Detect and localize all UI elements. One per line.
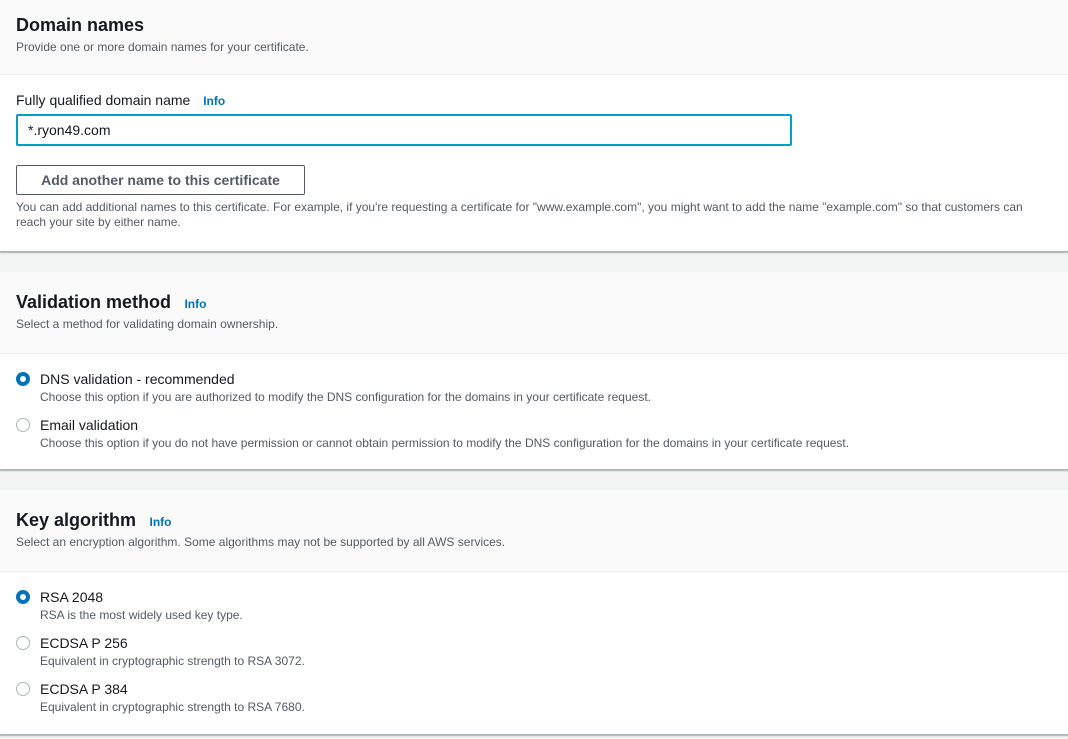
dns-validation-radio[interactable] [16,372,30,386]
domain-names-panel: Domain names Provide one or more domain … [0,0,1068,252]
ecdsa-p384-label: ECDSA P 384 [40,681,128,697]
key-algorithm-panel: Key algorithm Info Select an encryption … [0,490,1068,735]
validation-method-info-link[interactable]: Info [184,297,206,311]
validation-method-panel: Validation method Info Select a method f… [0,272,1068,470]
domain-names-header: Domain names Provide one or more domain … [0,0,1068,75]
rsa-2048-option[interactable]: RSA 2048 RSA is the most widely used key… [16,587,1052,623]
rsa-2048-label: RSA 2048 [40,589,104,605]
domain-names-body: Fully qualified domain name Info Add ano… [0,75,1068,230]
fqdn-label-row: Fully qualified domain name Info [16,92,1052,114]
ecdsa-p384-description: Equivalent in cryptographic strength to … [40,700,305,714]
ecdsa-p256-radio[interactable] [16,636,30,650]
fqdn-label: Fully qualified domain name [16,92,191,108]
ecdsa-p256-description: Equivalent in cryptographic strength to … [40,654,305,668]
fqdn-input[interactable] [16,114,792,146]
key-algorithm-header: Key algorithm Info Select an encryption … [0,490,1068,572]
add-another-name-button[interactable]: Add another name to this certificate [16,165,305,195]
validation-method-body: DNS validation - recommended Choose this… [0,354,1068,451]
key-algorithm-info-link[interactable]: Info [149,515,171,529]
email-validation-label: Email validation [40,417,139,433]
email-validation-option[interactable]: Email validation Choose this option if y… [16,415,1052,451]
ecdsa-p384-option[interactable]: ECDSA P 384 Equivalent in cryptographic … [16,679,1052,715]
add-name-hint-line1: You can add additional names to this cer… [16,200,1023,214]
key-algorithm-title: Key algorithm [16,510,137,530]
ecdsa-p256-option[interactable]: ECDSA P 256 Equivalent in cryptographic … [16,633,1052,669]
email-validation-radio[interactable] [16,418,30,432]
rsa-2048-radio[interactable] [16,590,30,604]
key-algorithm-body: RSA 2048 RSA is the most widely used key… [0,572,1068,715]
domain-names-title: Domain names [16,15,145,35]
validation-method-description: Select a method for validating domain ow… [16,317,279,331]
dns-validation-option[interactable]: DNS validation - recommended Choose this… [16,369,1052,405]
key-algorithm-description: Select an encryption algorithm. Some alg… [16,535,506,549]
ecdsa-p256-label: ECDSA P 256 [40,635,128,651]
fqdn-info-link[interactable]: Info [203,94,225,108]
ecdsa-p384-radio[interactable] [16,682,30,696]
domain-names-description: Provide one or more domain names for you… [16,40,309,54]
dns-validation-description: Choose this option if you are authorized… [40,390,651,404]
validation-method-header: Validation method Info Select a method f… [0,272,1068,354]
rsa-2048-description: RSA is the most widely used key type. [40,608,243,622]
dns-validation-label: DNS validation - recommended [40,371,235,387]
email-validation-description: Choose this option if you do not have pe… [40,436,850,450]
add-name-hint-line2: reach your site by either name. [16,215,181,229]
validation-method-title: Validation method [16,292,172,312]
